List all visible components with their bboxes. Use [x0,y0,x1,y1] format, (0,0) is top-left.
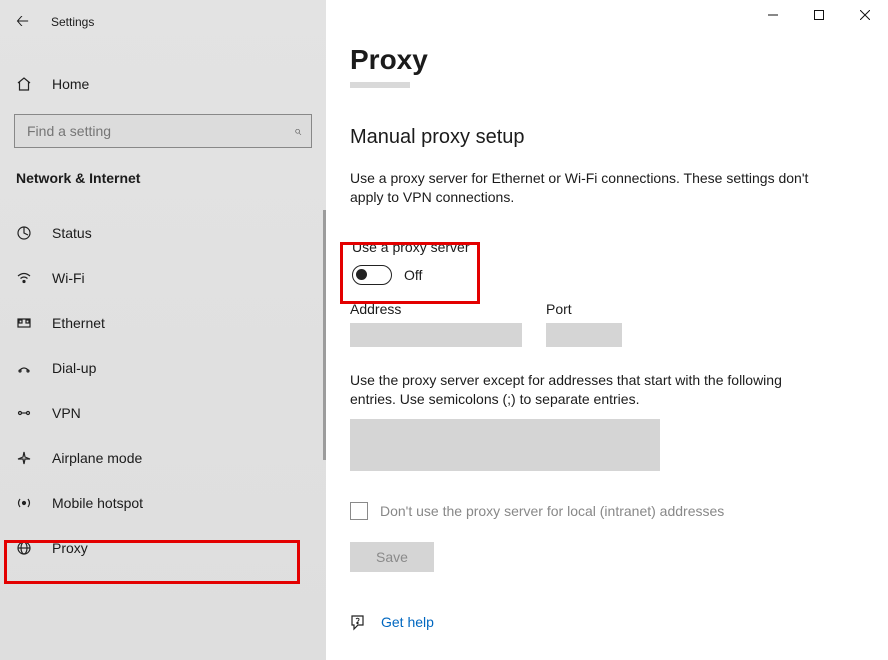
save-button[interactable]: Save [350,542,434,572]
sidebar-item-vpn[interactable]: VPN [0,390,326,435]
wifi-icon [16,270,34,286]
ethernet-icon [16,315,34,331]
nav-label: VPN [52,405,81,421]
airplane-icon [16,450,34,466]
sidebar: 🡠 Settings Home ⌕ Network & Internet [0,0,326,660]
sidebar-item-hotspot[interactable]: Mobile hotspot [0,480,326,525]
local-bypass-checkbox[interactable] [350,502,368,520]
nav-label: Ethernet [52,315,105,331]
nav-label: Airplane mode [52,450,142,466]
sidebar-home[interactable]: Home [0,64,326,104]
titlebar: 🡠 Settings [0,0,326,44]
port-input[interactable] [546,323,622,347]
nav-label: Mobile hotspot [52,495,143,511]
sidebar-item-status[interactable]: Status [0,210,326,255]
maximize-button[interactable] [796,0,842,30]
search-input[interactable] [25,122,275,140]
local-bypass-row[interactable]: Don't use the proxy server for local (in… [350,502,858,520]
content-pane: Proxy Manual proxy setup Use a proxy ser… [326,0,888,660]
get-help-row[interactable]: Get help [350,614,858,631]
nav-label: Proxy [52,540,88,556]
sidebar-item-wifi[interactable]: Wi-Fi [0,255,326,300]
hotspot-icon [16,495,34,511]
title-underline [350,82,410,88]
window-controls [750,0,888,30]
nav-label: Wi-Fi [52,270,85,286]
get-help-link[interactable]: Get help [381,614,434,630]
local-bypass-label: Don't use the proxy server for local (in… [380,503,724,519]
sidebar-section-title: Network & Internet [0,148,326,204]
sidebar-item-dialup[interactable]: Dial-up [0,345,326,390]
proxy-toggle-section: Use a proxy server Off [350,231,490,287]
home-icon [16,76,34,92]
proxy-icon [16,540,34,556]
dialup-icon [16,360,34,376]
page-title: Proxy [350,44,858,76]
sidebar-item-airplane[interactable]: Airplane mode [0,435,326,480]
nav-label: Dial-up [52,360,96,376]
nav-label: Status [52,225,92,241]
home-label: Home [52,76,89,92]
exceptions-input[interactable] [350,419,660,471]
exceptions-label: Use the proxy server except for addresse… [350,371,830,409]
search-container: ⌕ [14,114,312,148]
help-icon [350,614,367,631]
section-description: Use a proxy server for Ethernet or Wi-Fi… [350,169,830,207]
proxy-toggle[interactable] [352,265,392,285]
search-box[interactable]: ⌕ [14,114,312,148]
app-title: Settings [51,15,94,29]
section-heading: Manual proxy setup [350,126,858,149]
vpn-icon [16,405,34,421]
proxy-toggle-state: Off [404,267,422,283]
sidebar-nav: Status Wi-Fi Ethernet [0,204,326,570]
proxy-toggle-label: Use a proxy server [352,239,490,255]
address-port-row: Address Port [350,301,858,347]
address-input[interactable] [350,323,522,347]
port-label: Port [546,301,622,317]
sidebar-item-proxy[interactable]: Proxy [0,525,326,570]
settings-window: 🡠 Settings Home ⌕ Network & Internet [0,0,888,660]
close-button[interactable] [842,0,888,30]
search-icon: ⌕ [294,123,301,139]
sidebar-item-ethernet[interactable]: Ethernet [0,300,326,345]
status-icon [16,225,34,241]
back-arrow-icon[interactable]: 🡠 [16,14,29,30]
address-label: Address [350,301,522,317]
minimize-button[interactable] [750,0,796,30]
